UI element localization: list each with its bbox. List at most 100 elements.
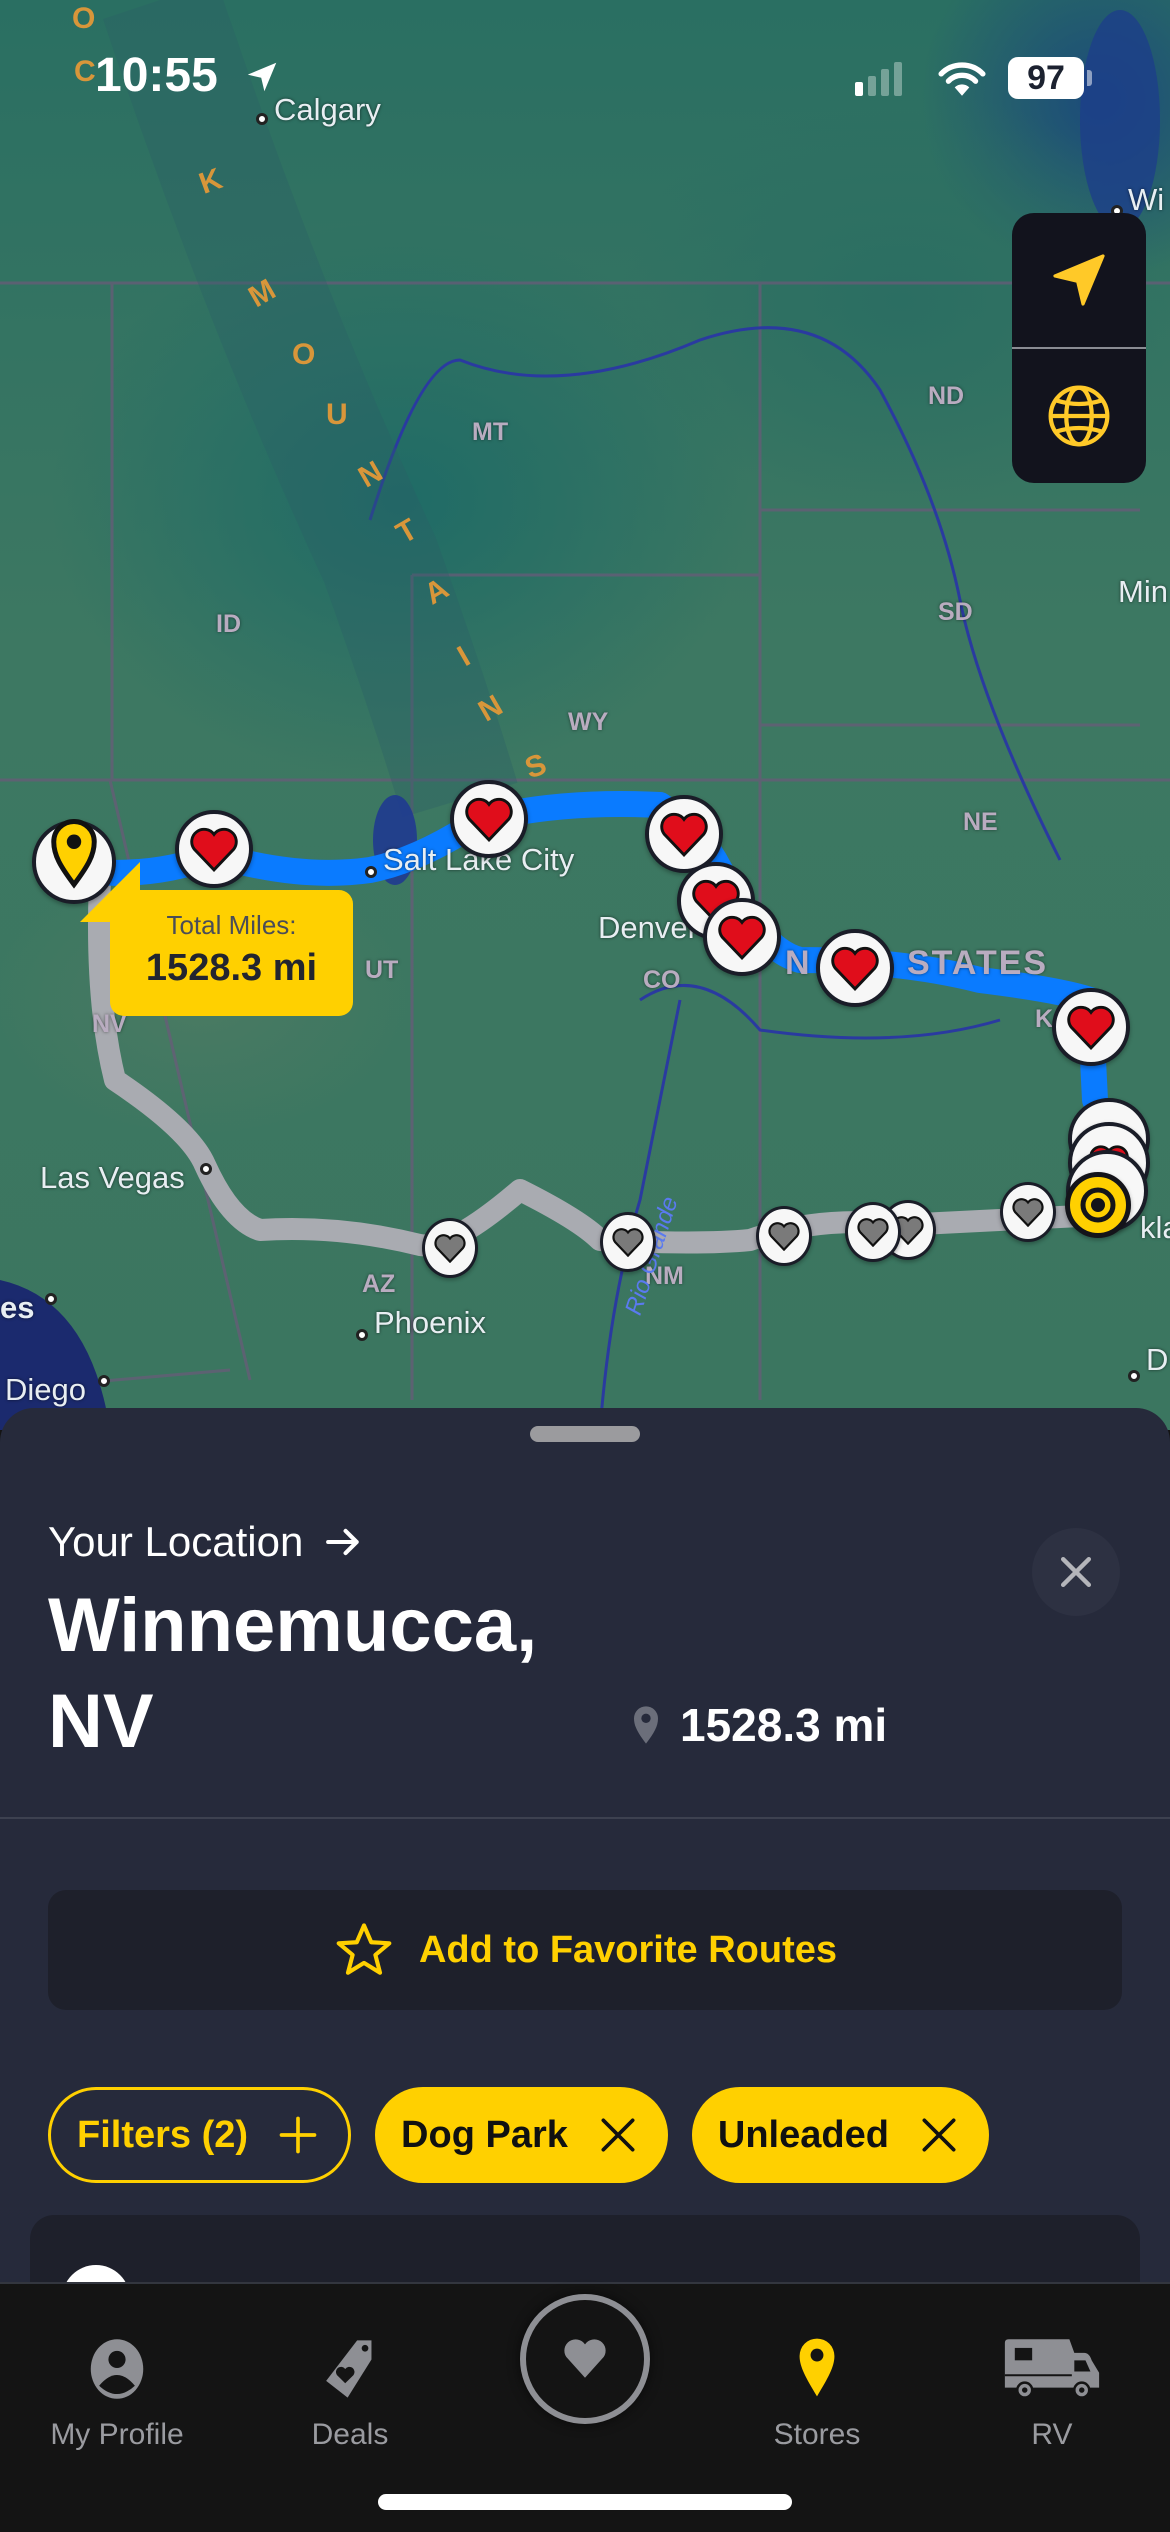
heart-icon [1067, 1005, 1115, 1050]
country-label-prefix: N [785, 944, 812, 982]
distance-value: 1528.3 mi [680, 1699, 888, 1751]
heart-icon [190, 827, 238, 872]
cellular-signal-icon [855, 62, 902, 96]
country-label: STATES [907, 944, 1049, 982]
total-miles-value: 1528.3 mi [145, 947, 318, 989]
route-stop-marker[interactable] [1000, 1182, 1056, 1242]
route-distance: 1528.3 mi [630, 1698, 887, 1752]
state-label-id: ID [216, 610, 241, 638]
state-label-ne: NE [963, 808, 998, 836]
recenter-button[interactable] [1012, 213, 1146, 347]
favorite-stop-marker[interactable] [175, 810, 253, 888]
route-details-sheet: Your Location Winnemucca, NV 1528.3 mi A… [0, 1408, 1170, 2415]
tab-rv[interactable]: RV [935, 2284, 1169, 2464]
tab-deals[interactable]: Deals [233, 2284, 467, 2464]
tab-favorites[interactable] [520, 2294, 650, 2424]
destination-line-2: NV [48, 1679, 154, 1764]
destination-title: Winnemucca, NV [48, 1578, 608, 1770]
state-label-wy: WY [568, 708, 609, 736]
rv-icon [1004, 2339, 1100, 2399]
tab-stores[interactable]: Stores [700, 2284, 934, 2464]
tab-label: RV [1031, 2418, 1073, 2451]
arrow-right-icon [326, 1528, 360, 1556]
heart-icon [831, 946, 879, 991]
map-pin-icon [799, 2338, 835, 2397]
heart-icon [660, 812, 708, 857]
city-label-phoenix: Phoenix [374, 1305, 487, 1340]
filters-button[interactable]: Filters (2) [48, 2087, 352, 2183]
map-style-button[interactable] [1012, 349, 1146, 483]
battery-nub [1087, 70, 1092, 86]
mountain-range-label-letter: U [326, 398, 348, 431]
home-indicator [378, 2494, 792, 2510]
route-stop-marker[interactable] [422, 1218, 478, 1278]
city-label-san-diego: Diego [5, 1372, 86, 1407]
total-miles-tooltip: Total Miles: 1528.3 mi [110, 890, 353, 1016]
star-outline-icon [336, 1923, 392, 1975]
origin-row: Your Location [48, 1518, 363, 1566]
divider [0, 1817, 1170, 1819]
city-dot-las-vegas [200, 1163, 212, 1175]
tab-label: Stores [773, 2418, 861, 2451]
target-icon [1080, 1187, 1116, 1223]
tab-my-profile[interactable]: My Profile [0, 2284, 234, 2464]
heart-icon [465, 797, 513, 842]
route-map[interactable]: Calgary Salt Lake City Denver Las Vegas … [0, 0, 1170, 1430]
city-label-minneapolis: Min [1118, 574, 1168, 609]
filter-chip-label: Unleaded [717, 2113, 889, 2156]
favorite-stop-marker[interactable] [1052, 988, 1130, 1066]
favorite-button-label: Add to Favorite Routes [418, 1928, 838, 1971]
navigation-arrow-icon [1053, 254, 1105, 306]
city-label-winnipeg: Wi [1128, 182, 1165, 217]
route-stop-marker[interactable] [756, 1206, 812, 1266]
favorite-stop-marker[interactable] [703, 898, 781, 976]
heart-icon [434, 1234, 466, 1263]
map-controls [1012, 213, 1146, 483]
arkansas-river [639, 984, 1001, 1040]
profile-icon [90, 2339, 144, 2399]
heart-circle-icon [564, 2339, 606, 2378]
route-stop-marker[interactable] [600, 1212, 656, 1272]
city-dot-san-diego [98, 1375, 110, 1387]
tab-label: Deals [311, 2418, 389, 2451]
origin-label: Your Location [48, 1518, 304, 1565]
destination-line-1: Winnemucca, [48, 1583, 538, 1668]
filter-chip-dog-park[interactable]: Dog Park [375, 2087, 668, 2183]
city-dot-salt-lake-city [365, 866, 377, 878]
filter-chips: Filters (2) Dog Park Unleaded [48, 2087, 989, 2183]
battery-indicator: 97 [1008, 57, 1084, 99]
state-label-nd: ND [928, 382, 965, 410]
mountain-range-label-letter: O [292, 338, 316, 371]
favorite-stop-marker[interactable] [450, 780, 528, 858]
destination-target-marker[interactable] [1065, 1172, 1131, 1238]
state-label-sd: SD [938, 598, 973, 626]
city-dot-phoenix [356, 1329, 368, 1341]
heart-icon [612, 1228, 644, 1257]
status-bar: 10:55 97 [0, 0, 1170, 150]
add-to-favorite-routes-button[interactable]: Add to Favorite Routes [48, 1890, 1122, 2010]
city-dot-los-angeles [45, 1293, 57, 1305]
filter-chip-label: Dog Park [401, 2113, 568, 2156]
remove-filter-icon[interactable] [596, 2113, 640, 2157]
deals-tag-icon [326, 2340, 372, 2398]
status-time: 10:55 [95, 49, 218, 102]
state-label-mt: MT [472, 418, 509, 446]
favorite-stop-marker[interactable] [816, 929, 894, 1007]
close-icon [1060, 1556, 1092, 1588]
close-button[interactable] [1032, 1528, 1120, 1616]
wifi-icon [938, 62, 986, 96]
remove-filter-icon[interactable] [917, 2113, 961, 2157]
sheet-drag-handle[interactable] [530, 1426, 640, 1442]
heart-icon [1012, 1198, 1044, 1227]
location-services-icon [247, 62, 277, 92]
state-label-ut: UT [365, 956, 399, 984]
heart-icon [718, 915, 766, 960]
total-miles-label: Total Miles: [166, 910, 297, 940]
route-stop-marker[interactable] [845, 1202, 901, 1262]
city-label-dallas: D [1146, 1342, 1169, 1377]
tab-label: My Profile [50, 2418, 184, 2451]
state-label-ks: K [1035, 1005, 1054, 1033]
city-label-las-vegas: Las Vegas [40, 1160, 185, 1195]
city-dot-dallas [1128, 1370, 1140, 1382]
filter-chip-unleaded[interactable]: Unleaded [691, 2087, 989, 2183]
